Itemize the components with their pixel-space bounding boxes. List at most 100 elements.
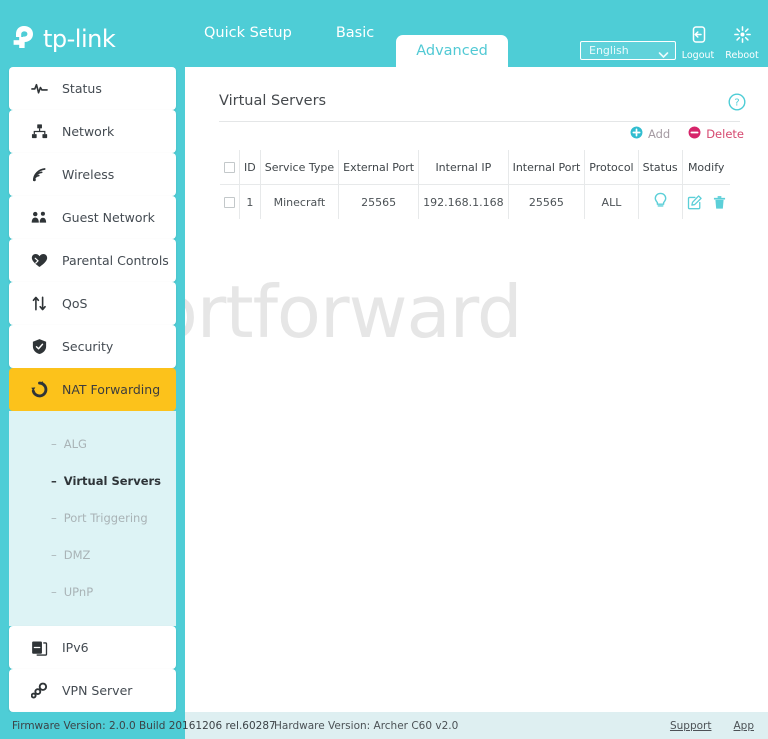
sidebar-item-status[interactable]: Status: [9, 67, 176, 110]
footer-links: Support App: [670, 720, 754, 732]
firmware-version: Firmware Version: 2.0.0 Build 20161206 r…: [12, 720, 276, 732]
submenu-item-port-triggering[interactable]: – Port Triggering: [9, 499, 176, 536]
select-all-checkbox[interactable]: [224, 162, 235, 173]
cell-service-type: Minecraft: [259, 184, 340, 219]
arrows-updown-icon: [31, 295, 48, 312]
submenu-dash: –: [51, 584, 57, 599]
column-select-all: [219, 150, 240, 185]
sidebar-item-label: Network: [62, 124, 115, 139]
add-circle-icon: [630, 126, 643, 142]
refresh-circle-icon: [31, 381, 48, 398]
column-protocol: Protocol: [584, 150, 639, 185]
column-modify: Modify: [681, 150, 730, 185]
top-navigation: Quick Setup Basic Advanced: [182, 0, 508, 67]
nat-forwarding-submenu: – ALG – Virtual Servers – Port Triggerin…: [9, 411, 176, 626]
reboot-label: Reboot: [725, 50, 759, 61]
page-title: Virtual Servers: [219, 93, 327, 109]
tab-quick-setup[interactable]: Quick Setup: [182, 0, 314, 67]
language-select[interactable]: English: [580, 41, 676, 60]
delete-circle-icon: [688, 126, 701, 142]
watermark: portforward: [185, 270, 523, 354]
table-header: ID Service Type External Port Internal I…: [219, 150, 730, 185]
delete-label: Delete: [706, 127, 744, 141]
cell-protocol: ALL: [584, 184, 639, 219]
help-icon[interactable]: ?: [728, 93, 746, 115]
footer: Firmware Version: 2.0.0 Build 20161206 r…: [0, 712, 768, 739]
tab-basic[interactable]: Basic: [314, 0, 396, 67]
shield-icon: [31, 338, 48, 355]
sidebar-item-wireless[interactable]: Wireless: [9, 153, 176, 196]
submenu-dash: –: [51, 547, 57, 562]
submenu-dash: –: [51, 436, 57, 451]
svg-text:?: ?: [734, 98, 739, 109]
document-icon: [31, 639, 48, 656]
tab-advanced[interactable]: Advanced: [396, 35, 508, 67]
column-external-port: External Port: [338, 150, 420, 185]
pulse-icon: [31, 80, 48, 97]
submenu-item-virtual-servers[interactable]: – Virtual Servers: [9, 462, 176, 499]
add-label: Add: [647, 127, 671, 141]
table-actions: Add Delete: [630, 126, 744, 142]
sidebar-item-security[interactable]: Security: [9, 325, 176, 368]
submenu-item-label: Virtual Servers: [63, 473, 162, 488]
submenu-item-upnp[interactable]: – UPnP: [9, 573, 176, 610]
wifi-icon: [31, 166, 48, 183]
submenu-item-alg[interactable]: – ALG: [9, 425, 176, 462]
sidebar-item-parental-controls[interactable]: Parental Controls: [9, 239, 176, 282]
page-header: Virtual Servers ?: [219, 93, 746, 122]
sidebar-item-network[interactable]: Network: [9, 110, 176, 153]
row-checkbox[interactable]: [224, 197, 235, 208]
sidebar-item-label: Parental Controls: [62, 253, 169, 268]
hardware-version: Hardware Version: Archer C60 v2.0: [274, 720, 459, 732]
submenu-item-label: Port Triggering: [63, 510, 148, 525]
submenu-dash: –: [51, 510, 57, 525]
cell-modify: [681, 184, 730, 219]
sidebar-item-vpn-server[interactable]: VPN Server: [9, 669, 176, 712]
heart-icon: [31, 252, 48, 269]
sidebar-item-nat-forwarding[interactable]: NAT Forwarding: [9, 368, 176, 411]
sidebar-item-qos[interactable]: QoS: [9, 282, 176, 325]
support-link[interactable]: Support: [670, 720, 712, 732]
column-status: Status: [637, 150, 683, 185]
sidebar-item-label: Wireless: [62, 167, 115, 182]
app-header: tp-link Quick Setup Basic Advanced Engli…: [0, 0, 768, 67]
table-row: 1 Minecraft 25565 192.168.1.168 25565 AL…: [219, 184, 730, 219]
submenu-item-label: ALG: [63, 436, 87, 451]
table-header-row: ID Service Type External Port Internal I…: [219, 150, 730, 185]
network-tree-icon: [31, 123, 48, 140]
cell-internal-port: 25565: [507, 184, 586, 219]
cell-external-port: 25565: [338, 184, 420, 219]
row-select-cell: [219, 184, 240, 219]
users-icon: [31, 209, 48, 226]
title-divider: [219, 121, 740, 122]
tplink-logo-mark: [10, 22, 40, 56]
submenu-item-label: DMZ: [63, 547, 91, 562]
logout-icon: [689, 26, 708, 48]
delete-trash-icon[interactable]: [713, 195, 726, 210]
sidebar-item-label: Guest Network: [62, 210, 155, 225]
delete-button[interactable]: Delete: [688, 126, 744, 142]
main-content: portforward Virtual Servers ? Add: [185, 67, 768, 712]
reboot-icon: [733, 26, 752, 48]
submenu-item-dmz[interactable]: – DMZ: [9, 536, 176, 573]
column-internal-port: Internal Port: [507, 150, 586, 185]
sidebar: Status Network Wireless Guest Network Pa…: [0, 67, 185, 712]
submenu-item-label: UPnP: [63, 584, 94, 599]
status-lightbulb-icon[interactable]: [653, 192, 668, 209]
sidebar-item-label: NAT Forwarding: [62, 382, 161, 397]
tplink-logo-text: tp-link: [43, 25, 116, 53]
submenu-dash: –: [51, 473, 57, 488]
reboot-button[interactable]: Reboot: [720, 25, 764, 61]
logout-button[interactable]: Logout: [676, 25, 720, 61]
sidebar-item-label: QoS: [62, 296, 88, 311]
edit-icon[interactable]: [687, 194, 702, 210]
app-link[interactable]: App: [733, 720, 754, 732]
sidebar-item-label: IPv6: [62, 640, 89, 655]
tplink-logo: tp-link: [10, 22, 116, 56]
sidebar-item-guest-network[interactable]: Guest Network: [9, 196, 176, 239]
language-select-value: English: [589, 44, 629, 57]
sidebar-item-ipv6[interactable]: IPv6: [9, 626, 176, 669]
modify-actions: [687, 194, 726, 210]
sidebar-item-label: Status: [62, 81, 102, 96]
add-button[interactable]: Add: [630, 126, 670, 142]
